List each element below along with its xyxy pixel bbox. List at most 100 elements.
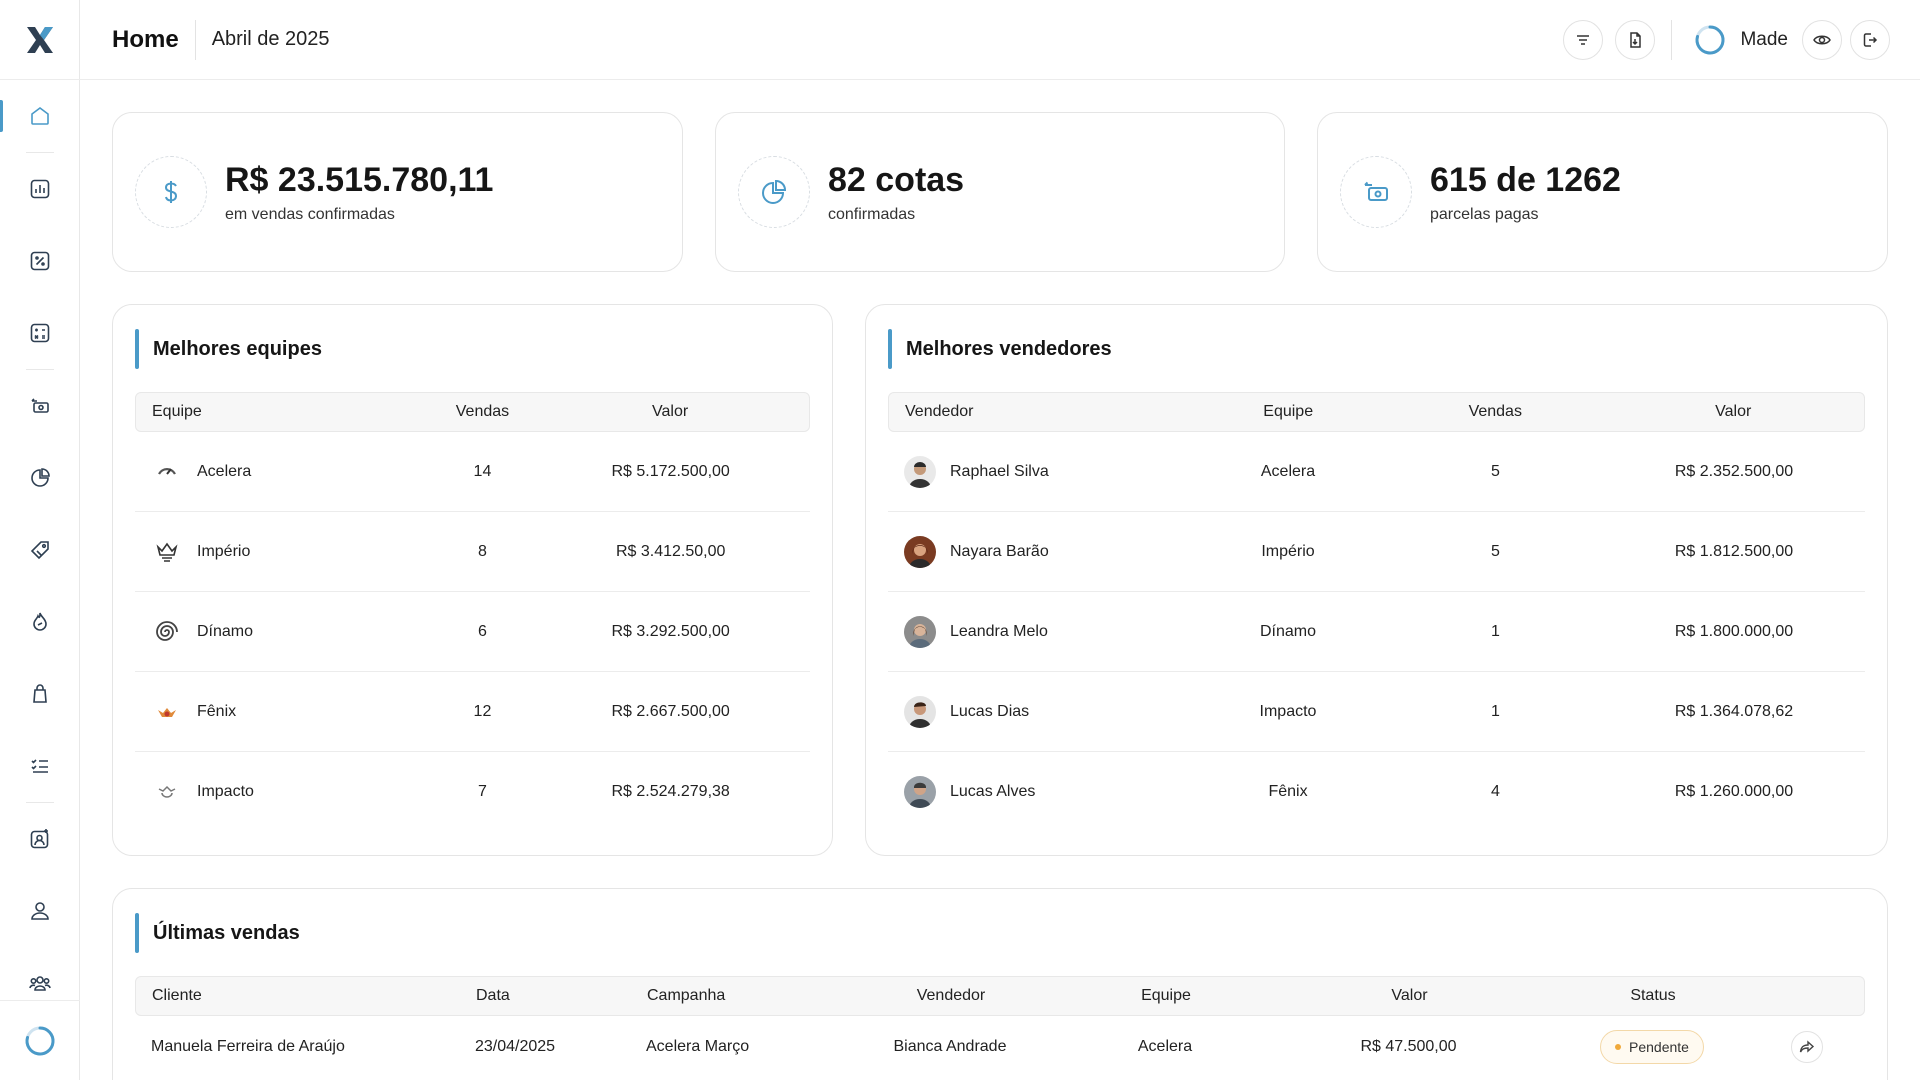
column-header[interactable]: Vendas xyxy=(434,403,531,421)
user-icon xyxy=(31,902,49,920)
sidebar-item-campaigns[interactable] xyxy=(0,514,80,586)
table-row[interactable]: Manuela Ferreira de Araújo 23/04/2025 Ac… xyxy=(135,1016,1865,1078)
team-sales: 6 xyxy=(478,622,487,640)
visibility-button[interactable] xyxy=(1802,19,1842,60)
sidebar-item-reports[interactable] xyxy=(0,153,80,225)
status-badge: Pendente xyxy=(1600,1030,1704,1064)
sale-campaign: Acelera Março xyxy=(646,1038,750,1055)
stat-value: 82 cotas xyxy=(828,160,965,199)
sidebar-item-tasks[interactable] xyxy=(0,730,80,802)
table-header: Vendedor Equipe Vendas Valor xyxy=(888,392,1865,432)
stat-value: 615 de 1262 xyxy=(1430,160,1621,199)
team-sales: 8 xyxy=(478,542,487,560)
seller-team: Império xyxy=(1261,542,1315,560)
section-title: Melhores vendedores xyxy=(888,329,1112,369)
filter-button[interactable] xyxy=(1563,19,1604,60)
column-header[interactable]: Valor xyxy=(1281,987,1538,1005)
bag-icon xyxy=(33,684,47,703)
section-title: Melhores equipes xyxy=(135,329,322,369)
table-row[interactable]: Fênix 12 R$ 2.667.500,00 xyxy=(135,672,810,752)
team-logo-fenix xyxy=(151,696,183,728)
sidebar-item-commissions[interactable] xyxy=(0,225,80,297)
seller-sales: 1 xyxy=(1491,702,1500,720)
share-button[interactable] xyxy=(1791,1031,1823,1063)
stat-label: confirmadas xyxy=(828,205,916,223)
team-name: Dínamo xyxy=(197,622,254,640)
sidebar-loading xyxy=(0,1000,80,1080)
table-row[interactable]: Lucas Alves Fênix 4 R$ 1.260.000,00 xyxy=(888,752,1865,832)
column-header[interactable]: Valor xyxy=(531,403,809,421)
table-row[interactable]: Acelera 14 R$ 5.172.500,00 xyxy=(135,432,810,512)
user-menu[interactable]: Made xyxy=(1694,24,1788,56)
table-row[interactable]: Raphael Silva Acelera 5 R$ 2.352.500,00 xyxy=(888,432,1865,512)
stat-icon-wrap xyxy=(1340,156,1412,228)
logo-icon xyxy=(27,26,53,53)
table-row[interactable]: Leandra Melo Dínamo 1 R$ 1.800.000,00 xyxy=(888,592,1865,672)
person-avatar-icon xyxy=(909,701,931,728)
recent-sales-rows: Manuela Ferreira de Araújo 23/04/2025 Ac… xyxy=(135,1016,1865,1078)
table-row[interactable]: Impacto 7 R$ 2.524.279,38 xyxy=(135,752,810,832)
team-name: Império xyxy=(197,542,251,560)
column-header[interactable]: Campanha xyxy=(631,987,851,1005)
column-header[interactable]: Equipe xyxy=(1188,403,1388,421)
seller-value: R$ 1.800.000,00 xyxy=(1674,622,1794,640)
column-header[interactable]: Vendedor xyxy=(851,987,1051,1005)
column-header[interactable]: Equipe xyxy=(136,403,434,421)
recent-sales-card: Últimas vendas Cliente Data Campanha Ven… xyxy=(112,888,1888,1080)
table-row[interactable]: Nayara Barão Império 5 R$ 1.812.500,00 xyxy=(888,512,1865,592)
seller-team: Impacto xyxy=(1259,702,1317,720)
team-value: R$ 3.292.500,00 xyxy=(611,622,730,640)
column-header[interactable]: Cliente xyxy=(136,987,460,1005)
sidebar-nav xyxy=(0,80,80,1019)
seller-sales: 4 xyxy=(1491,783,1500,800)
team-logo-dinamo xyxy=(151,616,183,648)
column-header[interactable]: Vendedor xyxy=(889,403,1188,421)
table-row[interactable]: Império 8 R$ 3.412.50,00 xyxy=(135,512,810,592)
logout-button[interactable] xyxy=(1850,19,1890,60)
team-name: Fênix xyxy=(197,702,237,720)
document-export-icon xyxy=(1630,31,1642,48)
seller-value: R$ 1.364.078,62 xyxy=(1674,702,1794,720)
stat-label: em vendas confirmadas xyxy=(225,205,395,223)
person-avatar-icon xyxy=(909,782,931,808)
sidebar-item-home[interactable] xyxy=(0,80,80,152)
team-value: R$ 2.667.500,00 xyxy=(611,702,730,720)
period-selector[interactable]: Abril de 2025 xyxy=(212,28,330,51)
status-label: Pendente xyxy=(1629,1039,1689,1055)
impact-icon xyxy=(158,785,176,798)
column-header[interactable]: Status xyxy=(1538,987,1768,1005)
seller-team: Fênix xyxy=(1268,783,1308,800)
export-button[interactable] xyxy=(1615,19,1656,60)
column-header[interactable]: Valor xyxy=(1603,403,1864,421)
sidebar-item-products[interactable] xyxy=(0,658,80,730)
sidebar-item-goals[interactable] xyxy=(0,586,80,658)
app-logo[interactable] xyxy=(0,0,80,80)
spiral-icon xyxy=(156,620,178,641)
sidebar-item-payments[interactable] xyxy=(0,370,80,442)
filter-icon xyxy=(1577,34,1590,45)
tag-icon xyxy=(30,541,49,560)
table-row[interactable]: Lucas Dias Impacto 1 R$ 1.364.078,62 xyxy=(888,672,1865,752)
column-header[interactable]: Equipe xyxy=(1051,987,1281,1005)
pie-chart-icon xyxy=(31,468,50,487)
stat-label: parcelas pagas xyxy=(1430,205,1539,223)
seller-name: Nayara Barão xyxy=(950,542,1049,560)
avatar xyxy=(904,615,936,648)
status-dot xyxy=(1615,1044,1622,1050)
seller-name: Raphael Silva xyxy=(950,462,1049,480)
column-header[interactable]: Data xyxy=(460,987,631,1005)
table-row[interactable]: Dínamo 6 R$ 3.292.500,00 xyxy=(135,592,810,672)
sidebar-item-quotas[interactable] xyxy=(0,442,80,514)
stat-value: R$ 23.515.780,11 xyxy=(225,160,494,199)
sidebar-item-user[interactable] xyxy=(0,875,80,947)
seller-value: R$ 1.812.500,00 xyxy=(1674,542,1794,560)
best-sellers-rows: Raphael Silva Acelera 5 R$ 2.352.500,00 … xyxy=(888,432,1865,832)
column-header[interactable]: Vendas xyxy=(1388,403,1603,421)
crown-icon xyxy=(156,542,178,562)
sidebar-item-profile-card[interactable] xyxy=(0,803,80,875)
sidebar-item-calculator[interactable] xyxy=(0,297,80,369)
seller-name: Lucas Alves xyxy=(950,783,1036,800)
team-name: Acelera xyxy=(197,462,252,480)
team-sales: 12 xyxy=(473,702,492,720)
cash-icon xyxy=(1364,181,1388,201)
